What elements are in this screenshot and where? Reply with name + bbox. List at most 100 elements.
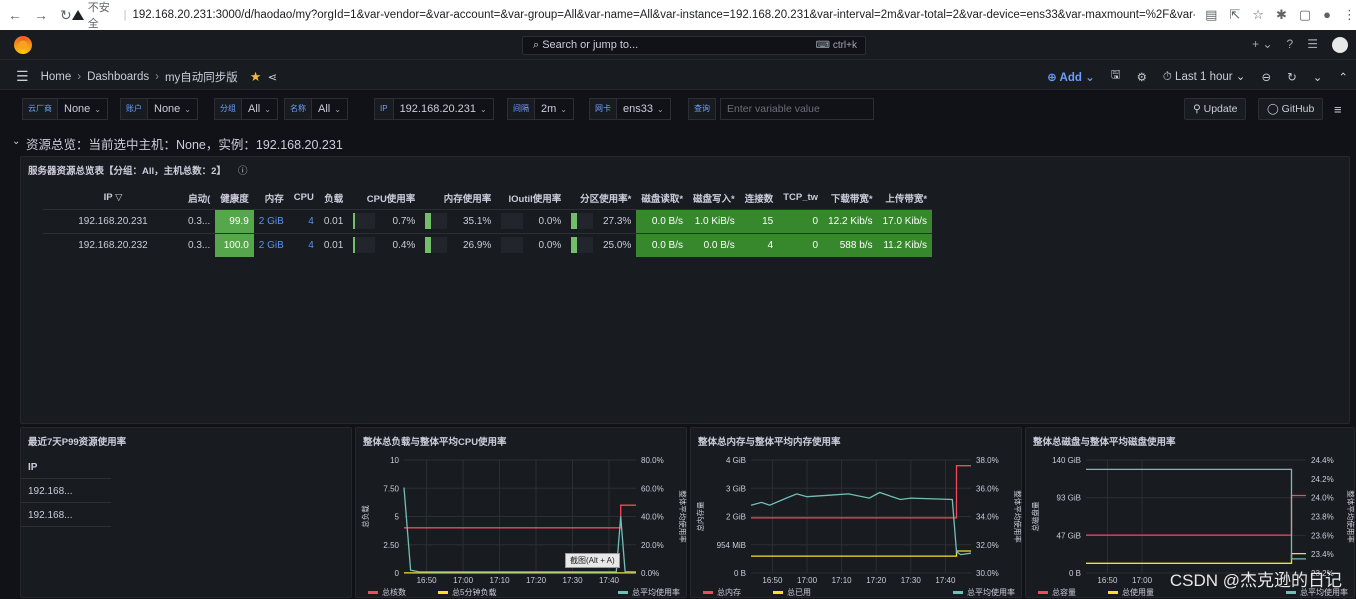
series-line <box>751 550 971 557</box>
legend-swatch <box>703 591 713 594</box>
divider <box>21 502 111 503</box>
share-icon[interactable]: ⇱ <box>1229 7 1240 23</box>
help-icon[interactable]: ? <box>1287 37 1294 53</box>
column-header[interactable]: 磁盘写入* <box>688 187 740 209</box>
table-cell: 4 <box>288 208 319 233</box>
column-header[interactable]: IP ▽ <box>43 187 183 209</box>
reload-icon[interactable]: ↻ <box>60 7 72 24</box>
column-header[interactable]: CPU使用率 <box>348 187 420 209</box>
avatar[interactable] <box>1332 37 1348 53</box>
table-row[interactable]: 192.168.20.231 0.3... 99.9 2 GiB 4 0.01 0.7% 35… <box>43 208 933 233</box>
query-text-input[interactable]: Enter variable value <box>720 98 874 120</box>
var-label: IP <box>374 98 394 120</box>
profile-icon[interactable]: ● <box>1323 7 1331 23</box>
column-header[interactable]: 连接数 <box>740 187 779 209</box>
var-value[interactable]: All ⌄ <box>312 98 348 120</box>
column-header[interactable]: 内存使用率 <box>420 187 496 209</box>
refresh-interval-icon[interactable]: ⌄ <box>1313 70 1323 84</box>
y2-tick-label: 23.4% <box>1311 550 1334 559</box>
var-label: 账户 <box>120 98 148 120</box>
x-tick-label: 17:10 <box>490 576 511 585</box>
x-tick-label: 17:20 <box>866 576 887 585</box>
sidepanel-icon[interactable]: ▢ <box>1299 7 1311 23</box>
column-header[interactable]: 负载 <box>319 187 348 209</box>
star-icon[interactable]: ☆ <box>1252 7 1264 23</box>
y-tick-label: 7.50 <box>383 484 399 493</box>
add-button[interactable]: ⊕ Add ⌄ <box>1047 70 1095 84</box>
x-tick-label: 17:00 <box>453 576 474 585</box>
column-header[interactable]: TCP_tw <box>778 187 823 209</box>
github-button[interactable]: ◯ GitHub <box>1258 98 1324 120</box>
var-ip[interactable]: IP 192.168.20.231 ⌄ <box>374 98 494 120</box>
var-label: 间隔 <box>507 98 535 120</box>
column-header[interactable]: 健康度 <box>215 187 254 209</box>
news-icon[interactable]: ☰ <box>1307 37 1318 53</box>
var-value[interactable]: None ⌄ <box>58 98 108 120</box>
new-icon[interactable]: + ⌄ <box>1252 37 1272 53</box>
collapse-icon[interactable]: ⌃ <box>1338 70 1348 84</box>
column-header[interactable]: CPU <box>289 187 319 209</box>
update-button[interactable]: ⚲ Update <box>1184 98 1247 120</box>
var-name[interactable]: 名称 All ⌄ <box>284 98 348 120</box>
var-value[interactable]: All ⌄ <box>242 98 278 120</box>
zoom-out-icon[interactable]: ⊖ <box>1261 70 1271 84</box>
cpu-chart-panel: 整体总负载与整体平均CPU使用率 0 2.50 5 7.50 10 0.0% 20.0% 40… <box>355 427 688 599</box>
info-icon[interactable]: ⓘ <box>238 166 248 177</box>
forward-icon[interactable]: → <box>34 7 48 24</box>
gauge-value: 0.4% <box>392 239 416 251</box>
back-icon[interactable]: ← <box>8 7 22 24</box>
table-row[interactable]: 192.168.20.232 0.3... 100.0 2 GiB 4 0.01 0.4% 2… <box>43 232 933 257</box>
refresh-icon[interactable]: ↻ <box>1287 70 1297 84</box>
memory-chart[interactable]: 0 B 954 MiB 2 GiB 3 GiB 4 GiB 30.0% 32.0% 34.0%… <box>691 428 1023 599</box>
menu-icon[interactable]: ⋮ <box>1343 7 1356 23</box>
legend-label: 总5分钟负载 <box>452 587 496 597</box>
var-value[interactable]: 2m ⌄ <box>535 98 574 120</box>
gauge-value: 0.7% <box>392 215 416 227</box>
favorite-star-icon[interactable]: ★ <box>250 69 262 85</box>
column-header[interactable]: IOutil使用率 <box>496 187 566 209</box>
gauge-bar <box>425 213 448 229</box>
legend-swatch <box>773 591 783 594</box>
breadcrumb-dashboards[interactable]: Dashboards <box>87 71 149 83</box>
table-cell: 12.2 Kib/s <box>823 208 878 233</box>
var-value[interactable]: 192.168.20.231 ⌄ <box>393 98 494 120</box>
extensions-icon[interactable]: ✱ <box>1276 7 1287 23</box>
time-range-picker[interactable]: ⏱ Last 1 hour ⌄ <box>1163 69 1246 84</box>
var-value[interactable]: ens33 ⌄ <box>617 98 671 120</box>
y2-axis-label: 整体平均使用率 <box>678 490 688 543</box>
more-menu-icon[interactable]: ≡ <box>1334 102 1342 117</box>
translate-icon[interactable]: ▤ <box>1205 7 1217 23</box>
var-group[interactable]: 分组 All ⌄ <box>214 98 278 120</box>
save-icon[interactable]: 🖫 <box>1111 67 1121 86</box>
var-account[interactable]: 账户 None ⌄ <box>120 98 198 120</box>
column-header[interactable]: 下载带宽* <box>823 187 877 209</box>
settings-gear-icon[interactable]: ⚙ <box>1137 70 1147 84</box>
var-vendor[interactable]: 云厂商 None ⌄ <box>22 98 108 120</box>
column-header[interactable]: 内存 <box>254 187 289 209</box>
breadcrumb-home[interactable]: Home <box>41 71 72 83</box>
cpu-chart[interactable]: 0 2.50 5 7.50 10 0.0% 20.0% 40.0% 60.0% 80.0% 16:5… <box>356 428 688 599</box>
gauge-value: 0.0% <box>538 239 562 251</box>
column-header[interactable]: 启动( <box>183 187 215 209</box>
gauge-bar <box>501 213 524 229</box>
address-bar[interactable]: 192.168.20.231:3000/d/haodao/my?orgId=1&… <box>132 9 1195 21</box>
row-title[interactable]: ⌄ 资源总览：当前选中主机：None，实例：192.168.20.231 <box>12 134 343 153</box>
share-dashboard-icon[interactable]: ⋖ <box>267 70 277 84</box>
var-device[interactable]: 网卡 ens33 ⌄ <box>589 98 671 120</box>
x-tick-label: 17:30 <box>563 576 584 585</box>
security-warning[interactable]: 不安全 | <box>71 0 126 31</box>
menu-toggle-icon[interactable]: ☰ <box>16 68 29 85</box>
y2-tick-label: 24.0% <box>1311 494 1334 503</box>
var-interval[interactable]: 间隔 2m ⌄ <box>507 98 574 120</box>
var-value[interactable]: None ⌄ <box>148 98 198 120</box>
column-header[interactable]: 磁盘读取* <box>636 187 688 209</box>
column-header[interactable]: 分区使用率* <box>566 187 636 209</box>
column-header[interactable]: 上传带宽* <box>878 187 932 209</box>
grafana-logo-icon[interactable] <box>14 36 32 54</box>
y-axis-label: 总磁盘量 <box>1030 501 1040 531</box>
search-input[interactable]: ⌕ Search or jump to... ⌨ ctrl+k <box>522 36 866 55</box>
y-axis-label: 总负载 <box>360 505 370 528</box>
memory-chart-panel: 整体总内存与整体平均内存使用率 0 B 954 MiB 2 GiB 3 GiB 4 Gi… <box>690 427 1023 599</box>
watermark: CSDN @杰克逊的日记 <box>1169 571 1342 590</box>
breadcrumb-current[interactable]: my自动同步版 <box>165 69 238 85</box>
